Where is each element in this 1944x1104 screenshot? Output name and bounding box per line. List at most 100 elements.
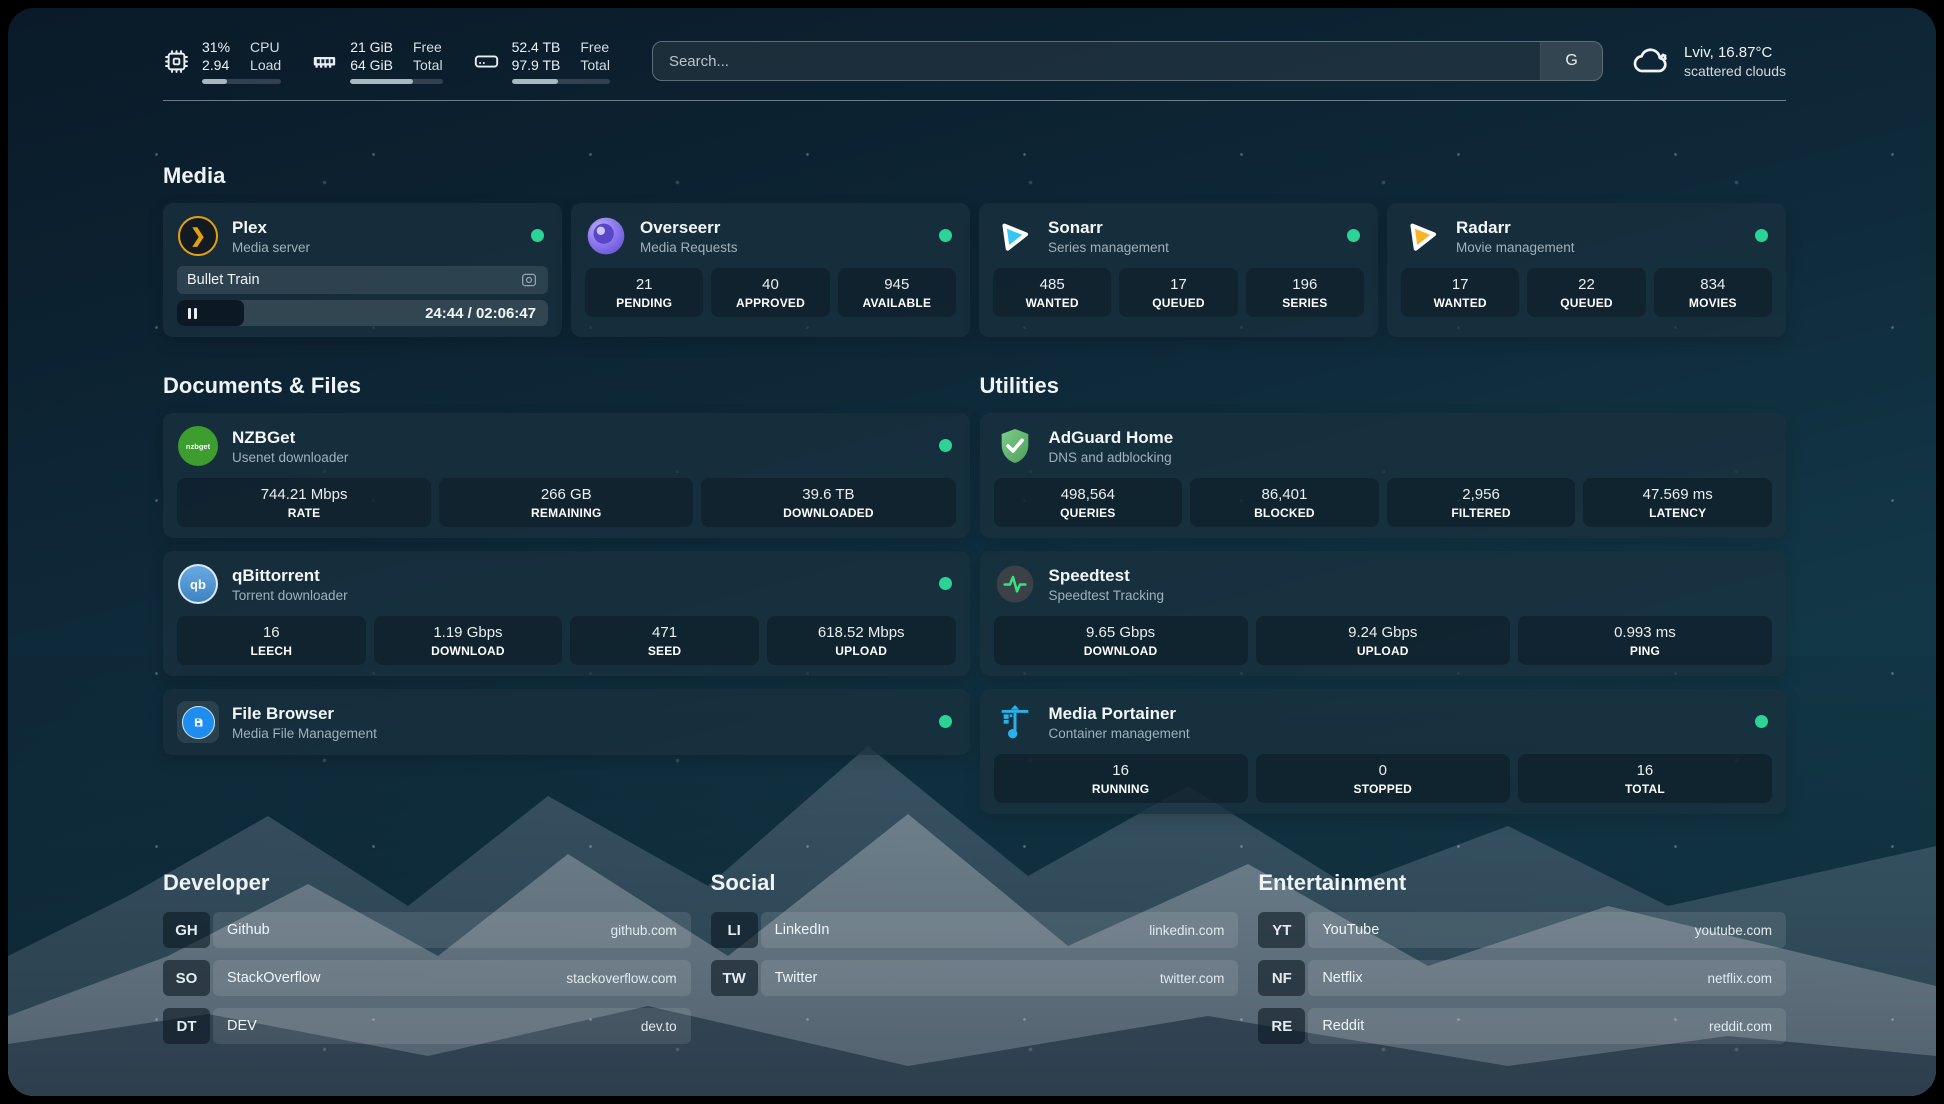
service-card-adguard[interactable]: AdGuard Home DNS and adblocking 498,564 …	[980, 413, 1787, 538]
stat-label: LEECH	[181, 644, 362, 658]
stat-label: QUERIES	[998, 506, 1179, 520]
service-title: qBittorrent	[232, 566, 348, 586]
bookmark-abbr: TW	[711, 960, 758, 996]
stat-box: 40 APPROVED	[711, 268, 829, 317]
section-title-entertainment: Entertainment	[1258, 870, 1786, 896]
bookmark-dev[interactable]: DT DEV dev.to	[163, 1008, 691, 1044]
stat-box: 17 WANTED	[1401, 268, 1519, 317]
service-card-filebrowser[interactable]: File Browser Media File Management	[163, 689, 970, 755]
service-card-sonarr[interactable]: Sonarr Series management 485 WANTED 17 Q…	[979, 203, 1378, 337]
stat-label: RUNNING	[998, 782, 1244, 796]
bookmark-name: DEV	[227, 1018, 257, 1034]
stat-value: 47.569 ms	[1587, 486, 1768, 503]
bookmarks-developer: Developer GH Github github.com SO StackO…	[163, 870, 691, 1056]
bookmark-github[interactable]: GH Github github.com	[163, 912, 691, 948]
stat-value: 0.993 ms	[1522, 624, 1768, 641]
weather-widget: Lviv, 16.87°C scattered clouds	[1631, 41, 1786, 81]
stat-label: TOTAL	[1522, 782, 1768, 796]
bookmark-abbr: SO	[163, 960, 210, 996]
stat-label: DOWNLOADED	[705, 506, 951, 520]
service-title: AdGuard Home	[1049, 428, 1174, 448]
documents-column: nzbget NZBGet Usenet downloader 744.21 M…	[163, 413, 970, 755]
adguard-icon	[995, 426, 1035, 466]
service-card-portainer[interactable]: Media Portainer Container management 16 …	[980, 689, 1787, 814]
service-subtitle: Torrent downloader	[232, 588, 348, 603]
bookmark-reddit[interactable]: RE Reddit reddit.com	[1258, 1008, 1786, 1044]
stat-value: 1.19 Gbps	[378, 624, 559, 641]
bookmark-netflix[interactable]: NF Netflix netflix.com	[1258, 960, 1786, 996]
section-title-social: Social	[711, 870, 1239, 896]
bookmark-name: Twitter	[775, 970, 818, 986]
service-subtitle: Media Requests	[640, 240, 738, 255]
service-card-qbittorrent[interactable]: qb qBittorrent Torrent downloader 16 LEE…	[163, 551, 970, 676]
stat-value: 86,401	[1194, 486, 1375, 503]
stat-box: 834 MOVIES	[1654, 268, 1772, 317]
stat-box: 9.65 Gbps DOWNLOAD	[994, 616, 1248, 665]
bookmark-twitter[interactable]: TW Twitter twitter.com	[711, 960, 1239, 996]
bookmark-url: twitter.com	[1160, 971, 1225, 986]
memory-total-value: 64 GiB	[350, 56, 393, 74]
cpu-stat: 31% 2.94 CPU Load	[163, 38, 281, 84]
status-online-dot	[939, 577, 952, 590]
service-card-overseerr[interactable]: Overseerr Media Requests 21 PENDING 40 A…	[571, 203, 970, 337]
radarr-icon	[1402, 216, 1442, 256]
pause-icon	[188, 308, 191, 319]
stat-box: 16 RUNNING	[994, 754, 1248, 803]
header-divider	[163, 100, 1786, 101]
utilities-column: AdGuard Home DNS and adblocking 498,564 …	[980, 413, 1787, 814]
stat-value: 485	[997, 276, 1107, 293]
service-title: Sonarr	[1048, 218, 1169, 238]
stat-box: 17 QUEUED	[1119, 268, 1237, 317]
service-title: Speedtest	[1049, 566, 1165, 586]
stat-label: LATENCY	[1587, 506, 1768, 520]
speedtest-icon	[995, 564, 1035, 604]
section-title-developer: Developer	[163, 870, 691, 896]
service-subtitle: Movie management	[1456, 240, 1575, 255]
cloud-icon	[1631, 41, 1671, 81]
bookmark-abbr: GH	[163, 912, 210, 948]
stat-value: 945	[842, 276, 952, 293]
disk-stat: 52.4 TB 97.9 TB Free Total	[473, 38, 610, 84]
stat-label: UPLOAD	[771, 644, 952, 658]
stat-box: 47.569 ms LATENCY	[1583, 478, 1772, 527]
disk-free-value: 52.4 TB	[512, 38, 561, 56]
search-provider-button[interactable]: G	[1540, 42, 1602, 80]
service-card-radarr[interactable]: Radarr Movie management 17 WANTED 22 QUE…	[1387, 203, 1786, 337]
stat-box: 86,401 BLOCKED	[1190, 478, 1379, 527]
stat-value: 498,564	[998, 486, 1179, 503]
stat-label: FILTERED	[1391, 506, 1572, 520]
bookmark-name: StackOverflow	[227, 970, 320, 986]
stat-box: 945 AVAILABLE	[838, 268, 956, 317]
cpu-icon	[163, 48, 190, 75]
bookmark-youtube[interactable]: YT YouTube youtube.com	[1258, 912, 1786, 948]
stat-box: 16 LEECH	[177, 616, 366, 665]
stat-value: 471	[574, 624, 755, 641]
stat-box: 1.19 Gbps DOWNLOAD	[374, 616, 563, 665]
sonarr-icon	[994, 216, 1034, 256]
qbittorrent-icon: qb	[178, 564, 218, 604]
stat-box: 9.24 Gbps UPLOAD	[1256, 616, 1510, 665]
weather-location-temp: Lviv, 16.87°C	[1684, 44, 1786, 61]
disk-progress-track	[512, 79, 610, 84]
bookmark-url: stackoverflow.com	[566, 971, 676, 986]
service-card-nzbget[interactable]: nzbget NZBGet Usenet downloader 744.21 M…	[163, 413, 970, 538]
bookmarks-entertainment: Entertainment YT YouTube youtube.com NF …	[1258, 870, 1786, 1056]
bookmark-linkedin[interactable]: LI LinkedIn linkedin.com	[711, 912, 1239, 948]
stat-value: 16	[181, 624, 362, 641]
service-card-plex[interactable]: ❯ Plex Media server Bullet Train	[163, 203, 562, 337]
disk-icon	[473, 48, 500, 75]
search-input[interactable]	[653, 42, 1540, 80]
service-subtitle: Media File Management	[232, 726, 377, 741]
stat-label: STOPPED	[1260, 782, 1506, 796]
stat-label: MOVIES	[1658, 296, 1768, 310]
service-card-speedtest[interactable]: Speedtest Speedtest Tracking 9.65 Gbps D…	[980, 551, 1787, 676]
memory-free-value: 21 GiB	[350, 38, 393, 56]
bookmark-abbr: LI	[711, 912, 758, 948]
pause-icon	[194, 308, 197, 319]
bookmark-stackoverflow[interactable]: SO StackOverflow stackoverflow.com	[163, 960, 691, 996]
disk-progress-fill	[512, 79, 558, 84]
filebrowser-icon	[182, 706, 215, 739]
stat-box: 744.21 Mbps RATE	[177, 478, 431, 527]
bookmark-abbr: DT	[163, 1008, 210, 1044]
plex-icon: ❯	[178, 216, 218, 256]
